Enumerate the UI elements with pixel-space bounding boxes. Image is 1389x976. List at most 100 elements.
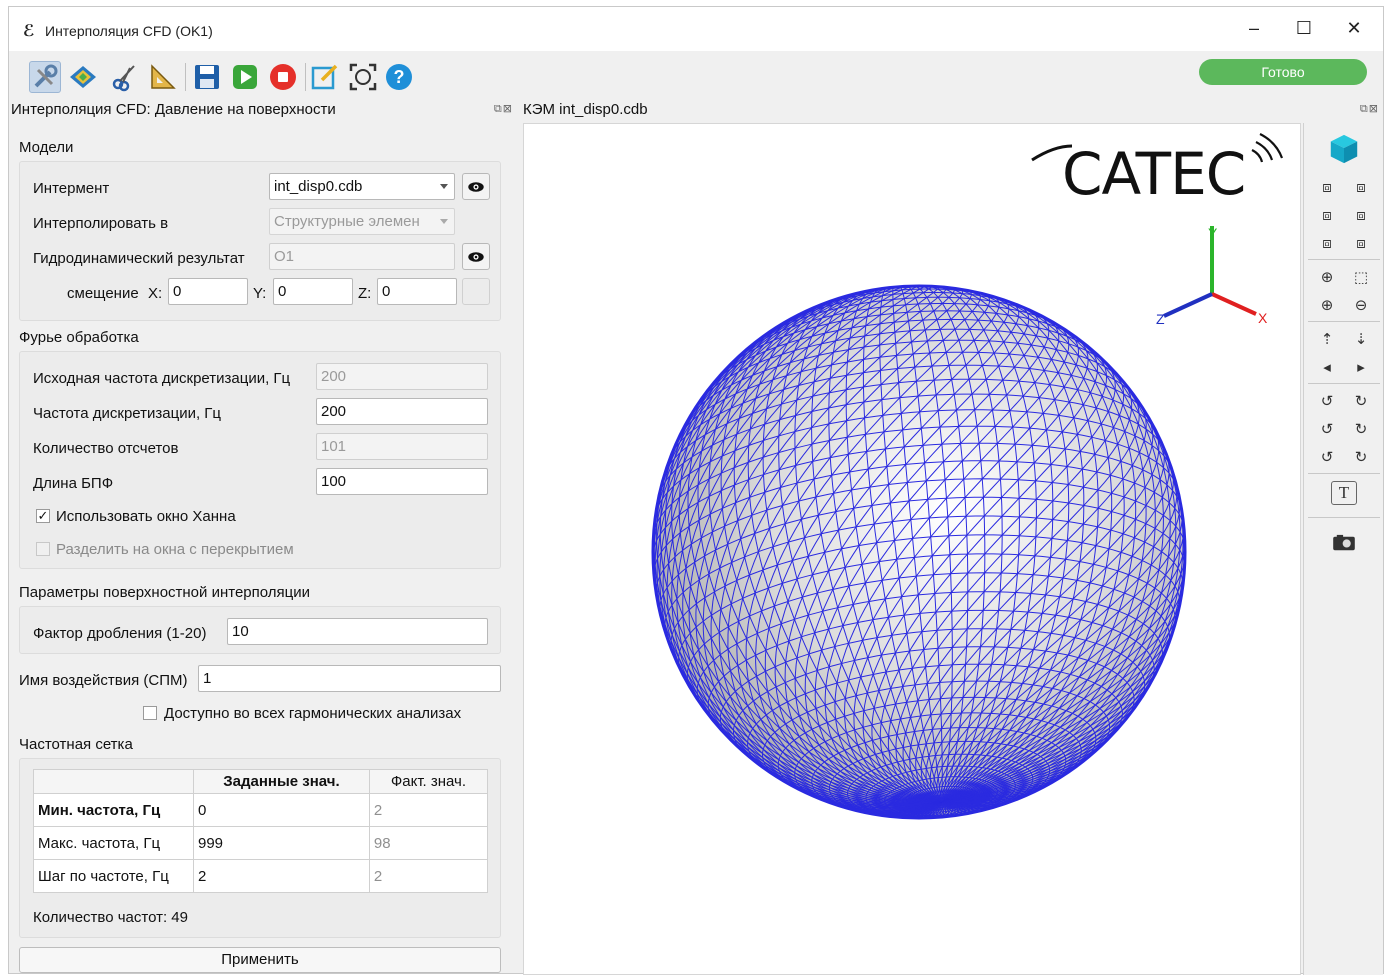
- app-logo-icon: ℰ: [23, 23, 35, 40]
- hann-window-checkbox[interactable]: ✓: [36, 509, 50, 523]
- view-left-icon[interactable]: ⧈: [1314, 203, 1340, 227]
- table-row: Макс. частота, Гц 999 98: [33, 826, 489, 860]
- help-icon[interactable]: ?: [383, 61, 415, 93]
- fit-view-icon[interactable]: [347, 61, 379, 93]
- interment-select[interactable]: int_disp0.cdb: [269, 173, 455, 200]
- offset-y-input[interactable]: 0: [273, 278, 353, 305]
- tools-icon[interactable]: [29, 61, 61, 93]
- table-row: Мин. частота, Гц 0 2: [33, 793, 489, 827]
- pan-down-icon[interactable]: ⇣: [1348, 327, 1374, 351]
- view-sidebar: ⧈ ⧈ ⧈ ⧈ ⧈ ⧈ ⊕ ⬚ ⊕ ⊖ ⇡ ⇣ ◂ ▸ ↺ ↻ ↺ ↻ ↺ ↻ …: [1303, 123, 1383, 975]
- set-value-cell[interactable]: 0: [193, 793, 370, 827]
- freq-grid-section-title: Частотная сетка: [19, 736, 133, 753]
- offset-x-label: X:: [148, 285, 163, 302]
- apply-button[interactable]: Применить: [19, 947, 501, 973]
- save-icon[interactable]: [191, 61, 223, 93]
- offset-x-input[interactable]: 0: [168, 278, 248, 305]
- screenshot-icon[interactable]: [1331, 531, 1357, 555]
- actual-value-cell: 98: [368, 826, 489, 860]
- zoom-fit-icon[interactable]: ⊕: [1314, 265, 1340, 289]
- maximize-button[interactable]: ☐: [1281, 13, 1327, 43]
- refine-factor-label: Фактор дробления (1-20): [33, 625, 207, 642]
- cut-icon[interactable]: [109, 61, 141, 93]
- table-header-cell: [33, 769, 194, 794]
- panel-float-close-icon[interactable]: ⧉⊠: [494, 102, 513, 116]
- surface-section-title: Параметры поверхностной интерполяции: [19, 584, 310, 601]
- interment-visibility-button[interactable]: [462, 173, 490, 200]
- interment-label: Интермент: [33, 180, 110, 197]
- freq-table: Заданные знач. Факт. знач. Мин. частота,…: [33, 769, 489, 893]
- offset-apply-button: [462, 278, 490, 305]
- view-right-icon[interactable]: ⧈: [1348, 203, 1374, 227]
- view-front-icon[interactable]: ⧈: [1314, 175, 1340, 199]
- table-row: Шаг по частоте, Гц 2 2: [33, 859, 489, 893]
- viewer-float-close-icon[interactable]: ⧉⊠: [1360, 102, 1379, 116]
- z-axis-label: Z: [1156, 311, 1165, 327]
- cfd-visibility-button[interactable]: [462, 243, 490, 270]
- rotate-z-cw-icon[interactable]: ↻: [1348, 445, 1374, 469]
- sidebar-divider: [1308, 473, 1380, 474]
- rotate-x-ccw-icon[interactable]: ↺: [1314, 389, 1340, 413]
- view-back-icon[interactable]: ⧈: [1348, 175, 1374, 199]
- set-value-cell[interactable]: 999: [193, 826, 370, 860]
- zoom-out-icon[interactable]: ⊖: [1348, 293, 1374, 317]
- model-viewport[interactable]: CATEC Y X Z: [523, 123, 1301, 975]
- close-button[interactable]: ✕: [1331, 13, 1377, 43]
- hann-window-label: Использовать окно Ханна: [56, 508, 236, 525]
- play-icon[interactable]: [229, 61, 261, 93]
- row-label: Шаг по частоте, Гц: [33, 859, 194, 893]
- pan-up-icon[interactable]: ⇡: [1314, 327, 1340, 351]
- refine-factor-input[interactable]: 10: [227, 618, 488, 645]
- models-section-title: Модели: [19, 139, 74, 156]
- rotate-y-cw-icon[interactable]: ↻: [1348, 417, 1374, 441]
- interpolate-to-label: Интерполировать в: [33, 215, 169, 232]
- sphere-mesh-canvas: Y X Z: [651, 133, 1284, 820]
- ruler-triangle-icon[interactable]: [147, 61, 179, 93]
- stop-icon[interactable]: [267, 61, 299, 93]
- pan-right-icon[interactable]: ▸: [1348, 355, 1374, 379]
- interpolation-panel: Интерполяция CFD: Давление на поверхност…: [9, 99, 515, 975]
- set-value-cell[interactable]: 2: [193, 859, 370, 893]
- text-annotation-icon[interactable]: T: [1331, 481, 1357, 505]
- row-label: Мин. частота, Гц: [33, 793, 194, 827]
- rotate-z-ccw-icon[interactable]: ↺: [1314, 445, 1340, 469]
- offset-z-input[interactable]: 0: [377, 278, 457, 305]
- iso-cube-icon[interactable]: [1326, 131, 1362, 167]
- load-name-input[interactable]: 1: [198, 665, 501, 692]
- title-bar: ℰ Интерполяция CFD (OK1) – ☐ ✕: [9, 7, 1383, 51]
- samples-label: Количество отсчетов: [33, 440, 179, 457]
- source-rate-label: Исходная частота дискретизации, Гц: [33, 370, 291, 387]
- table-header-cell: Факт. знач.: [368, 769, 489, 794]
- minimize-button[interactable]: –: [1231, 13, 1277, 43]
- edit-icon[interactable]: [309, 61, 341, 93]
- offset-z-label: Z:: [358, 285, 372, 302]
- load-name-label: Имя воздействия (СПМ): [19, 672, 188, 689]
- fourier-group: Исходная частота дискретизации, Гц 200 Ч…: [19, 351, 501, 569]
- view-top-icon[interactable]: ⧈: [1314, 231, 1340, 255]
- z-axis: [1163, 292, 1213, 318]
- zoom-window-icon[interactable]: ⬚: [1348, 265, 1374, 289]
- rotate-x-cw-icon[interactable]: ↻: [1348, 389, 1374, 413]
- surface-map-icon[interactable]: [67, 61, 99, 93]
- logo-signal-icon: [1251, 133, 1284, 163]
- zoom-in-icon[interactable]: ⊕: [1314, 293, 1340, 317]
- view-bottom-icon[interactable]: ⧈: [1348, 231, 1374, 255]
- rate-input[interactable]: 200: [316, 398, 488, 425]
- freq-count-text: Количество частот: 49: [33, 909, 188, 926]
- actual-value-cell: 2: [368, 793, 489, 827]
- all-harmonic-checkbox[interactable]: [143, 706, 157, 720]
- pan-left-icon[interactable]: ◂: [1314, 355, 1340, 379]
- sidebar-divider: [1308, 517, 1380, 518]
- rotate-y-ccw-icon[interactable]: ↺: [1314, 417, 1340, 441]
- app-window: ℰ Интерполяция CFD (OK1) – ☐ ✕ ? Готово …: [8, 6, 1384, 975]
- interpolate-to-select: Структурные элемен: [269, 208, 455, 235]
- toolbar-divider: [305, 63, 306, 91]
- table-header-cell: Заданные знач.: [193, 769, 370, 794]
- fft-length-input[interactable]: 100: [316, 468, 488, 495]
- status-badge: Готово: [1199, 59, 1367, 85]
- window-title: Интерполяция CFD (OK1): [45, 23, 213, 39]
- cfd-result-label: Гидродинамический результат: [33, 250, 245, 267]
- fft-length-label: Длина БПФ: [33, 475, 114, 492]
- sidebar-divider: [1308, 259, 1380, 260]
- actual-value-cell: 2: [368, 859, 489, 893]
